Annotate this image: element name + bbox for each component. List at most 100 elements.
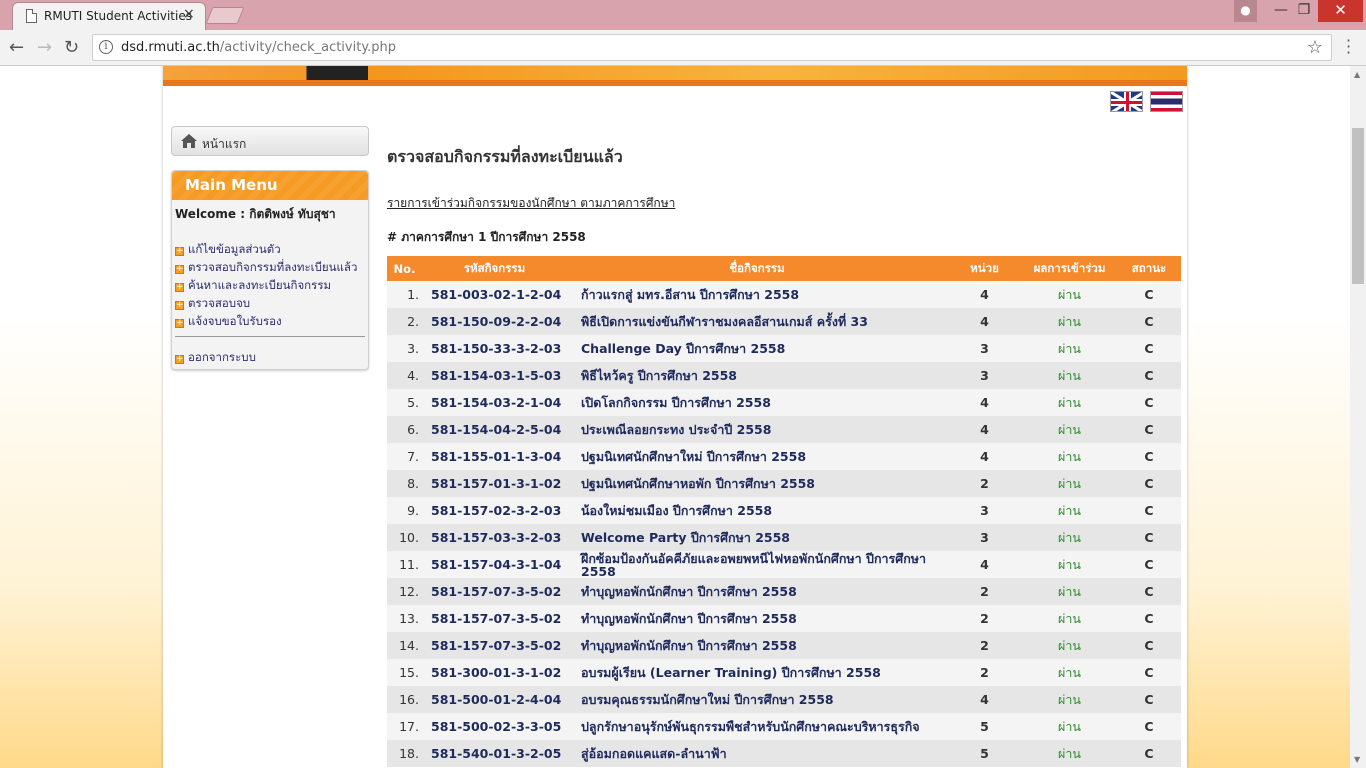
activity-units: 5 bbox=[947, 713, 1022, 740]
header-no: No. bbox=[387, 256, 422, 281]
table-row: 7. 581-155-01-1-3-04 ปฐมนิเทศนักศึกษาใหม่ … bbox=[387, 443, 1181, 470]
user-profile-icon[interactable]: ● bbox=[1234, 0, 1257, 22]
plus-box-icon: + bbox=[175, 246, 184, 256]
row-number: 13. bbox=[387, 605, 422, 632]
menu-item-label: ออกจากระบบ bbox=[188, 350, 256, 364]
browser-tab[interactable]: RMUTI Student Activities × bbox=[12, 2, 206, 30]
menu-item-edit-profile[interactable]: + แก้ไขข้อมูลส่วนตัว bbox=[175, 241, 281, 259]
activity-name: Challenge Day ปีการศึกษา 2558 bbox=[567, 335, 947, 362]
new-tab-button[interactable] bbox=[205, 7, 245, 24]
url-path: /activity/check_activity.php bbox=[219, 40, 397, 55]
table-body: 1. 581-003-02-1-2-04 ก้าวแรกสู่ มทร.อีสาน … bbox=[387, 281, 1181, 767]
scroll-up-icon[interactable]: ▲ bbox=[1354, 70, 1360, 79]
activity-code: 581-003-02-1-2-04 bbox=[422, 281, 567, 308]
scrollbar-thumb[interactable] bbox=[1352, 128, 1364, 284]
activity-name: ทำบุญหอพักนักศึกษา ปีการศึกษา 2558 bbox=[567, 578, 947, 605]
table-row: 11. 581-157-04-3-1-04 ฝึกซ้อมป้องกันอัคคีภ… bbox=[387, 551, 1181, 578]
table-header-row: No. รหัสกิจกรรม ชื่อกิจกรรม หน่วย ผลการเ… bbox=[387, 256, 1181, 281]
forward-arrow-icon[interactable]: → bbox=[37, 37, 52, 58]
activity-result: ผ่าน bbox=[1022, 713, 1117, 740]
activity-result: ผ่าน bbox=[1022, 281, 1117, 308]
menu-item-check-graduation[interactable]: + ตรวจสอบจบ bbox=[175, 295, 250, 313]
menu-item-label: ตรวจสอบกิจกรรมที่ลงทะเบียนแล้ว bbox=[188, 260, 358, 274]
english-flag-icon[interactable] bbox=[1110, 91, 1143, 112]
activity-units: 5 bbox=[947, 740, 1022, 767]
page-viewport: หน้าแรก Main Menu Welcome : กิตติพงษ์ ทั… bbox=[0, 66, 1350, 768]
thai-flag-icon[interactable] bbox=[1150, 91, 1183, 112]
activity-result: ผ่าน bbox=[1022, 443, 1117, 470]
activity-result: ผ่าน bbox=[1022, 578, 1117, 605]
menu-item-logout[interactable]: + ออกจากระบบ bbox=[175, 349, 256, 367]
row-number: 10. bbox=[387, 524, 422, 551]
activity-status: C bbox=[1117, 551, 1181, 578]
activity-name: ทำบุญหอพักนักศึกษา ปีการศึกษา 2558 bbox=[567, 605, 947, 632]
banner-stripe bbox=[163, 80, 1187, 86]
tab-close-icon[interactable]: × bbox=[183, 6, 195, 22]
row-number: 7. bbox=[387, 443, 422, 470]
table-row: 9. 581-157-02-3-2-03 น้องใหม่ชมเมือง ปีการ… bbox=[387, 497, 1181, 524]
row-number: 9. bbox=[387, 497, 422, 524]
activity-result: ผ่าน bbox=[1022, 497, 1117, 524]
url-host: dsd.rmuti.ac.th bbox=[121, 40, 220, 55]
activity-name: เปิดโลกกิจกรรม ปีการศึกษา 2558 bbox=[567, 389, 947, 416]
row-number: 4. bbox=[387, 362, 422, 389]
menu-item-request-certificate[interactable]: + แจ้งจบขอใบรับรอง bbox=[175, 313, 282, 331]
activity-name: Welcome Party ปีการศึกษา 2558 bbox=[567, 524, 947, 551]
activity-code: 581-157-03-3-2-03 bbox=[422, 524, 567, 551]
activity-status: C bbox=[1117, 497, 1181, 524]
plus-box-icon: + bbox=[175, 282, 184, 292]
url-input[interactable]: i dsd.rmuti.ac.th/activity/check_activit… bbox=[92, 34, 1332, 61]
row-number: 12. bbox=[387, 578, 422, 605]
table-row: 6. 581-154-04-2-5-04 ประเพณีลอยกระทง ประจำ… bbox=[387, 416, 1181, 443]
activity-units: 2 bbox=[947, 605, 1022, 632]
activity-result: ผ่าน bbox=[1022, 659, 1117, 686]
browser-menu-icon[interactable]: · · · bbox=[1346, 33, 1351, 61]
site-info-icon[interactable]: i bbox=[99, 40, 113, 54]
activity-name: ประเพณีลอยกระทง ประจำปี 2558 bbox=[567, 416, 947, 443]
row-number: 6. bbox=[387, 416, 422, 443]
back-arrow-icon[interactable]: ← bbox=[9, 37, 24, 58]
activity-status: C bbox=[1117, 659, 1181, 686]
reload-icon[interactable]: ↻ bbox=[64, 37, 79, 58]
activity-status: C bbox=[1117, 470, 1181, 497]
table-row: 17. 581-500-02-3-3-05 ปลูกรักษาอนุรักษ์พัน… bbox=[387, 713, 1181, 740]
row-number: 11. bbox=[387, 551, 422, 578]
activity-result: ผ่าน bbox=[1022, 389, 1117, 416]
table-row: 1. 581-003-02-1-2-04 ก้าวแรกสู่ มทร.อีสาน … bbox=[387, 281, 1181, 308]
activity-code: 581-150-33-3-2-03 bbox=[422, 335, 567, 362]
activity-result: ผ่าน bbox=[1022, 740, 1117, 767]
row-number: 5. bbox=[387, 389, 422, 416]
bookmark-star-icon[interactable]: ☆ bbox=[1307, 37, 1323, 58]
activity-name: ทำบุญหอพักนักศึกษา ปีการศึกษา 2558 bbox=[567, 632, 947, 659]
activity-name: อบรมคุณธรรมนักศึกษาใหม่ ปีการศึกษา 2558 bbox=[567, 686, 947, 713]
table-row: 2. 581-150-09-2-2-04 พิธีเปิดการแข่งขันกีฬ… bbox=[387, 308, 1181, 335]
activity-name: ปลูกรักษาอนุรักษ์พันธุกรรมพืชสำหรับนักศึ… bbox=[567, 713, 947, 740]
plus-box-icon: + bbox=[175, 318, 184, 328]
scroll-down-icon[interactable]: ▼ bbox=[1354, 755, 1360, 764]
menu-item-search-register[interactable]: + ค้นหาและลงทะเบียนกิจกรรม bbox=[175, 277, 331, 295]
activity-name: น้องใหม่ชมเมือง ปีการศึกษา 2558 bbox=[567, 497, 947, 524]
restore-icon[interactable]: ❐ bbox=[1293, 0, 1315, 22]
row-number: 1. bbox=[387, 281, 422, 308]
activity-status: C bbox=[1117, 524, 1181, 551]
activity-code: 581-150-09-2-2-04 bbox=[422, 308, 567, 335]
activity-result: ผ่าน bbox=[1022, 686, 1117, 713]
activity-units: 4 bbox=[947, 389, 1022, 416]
activity-code: 581-157-01-3-1-02 bbox=[422, 470, 567, 497]
table-row: 10. 581-157-03-3-2-03 Welcome Party ปีการศ… bbox=[387, 524, 1181, 551]
activity-status: C bbox=[1117, 578, 1181, 605]
vertical-scrollbar[interactable]: ▲ ▼ bbox=[1350, 66, 1366, 768]
semester-activity-link[interactable]: รายการเข้าร่วมกิจกรรมของนักศึกษา ตามภาคก… bbox=[387, 194, 675, 213]
home-link[interactable]: หน้าแรก bbox=[171, 126, 369, 156]
header-status: สถานะ bbox=[1117, 256, 1181, 281]
activity-units: 2 bbox=[947, 578, 1022, 605]
activity-code: 581-300-01-3-1-02 bbox=[422, 659, 567, 686]
activity-units: 4 bbox=[947, 308, 1022, 335]
activity-name: ปฐมนิเทศนักศึกษาใหม่ ปีการศึกษา 2558 bbox=[567, 443, 947, 470]
activity-status: C bbox=[1117, 632, 1181, 659]
row-number: 17. bbox=[387, 713, 422, 740]
menu-item-check-registered[interactable]: + ตรวจสอบกิจกรรมที่ลงทะเบียนแล้ว bbox=[175, 259, 357, 277]
activity-result: ผ่าน bbox=[1022, 605, 1117, 632]
minimize-icon[interactable]: — bbox=[1270, 0, 1292, 22]
close-window-icon[interactable]: ✕ bbox=[1318, 0, 1363, 22]
